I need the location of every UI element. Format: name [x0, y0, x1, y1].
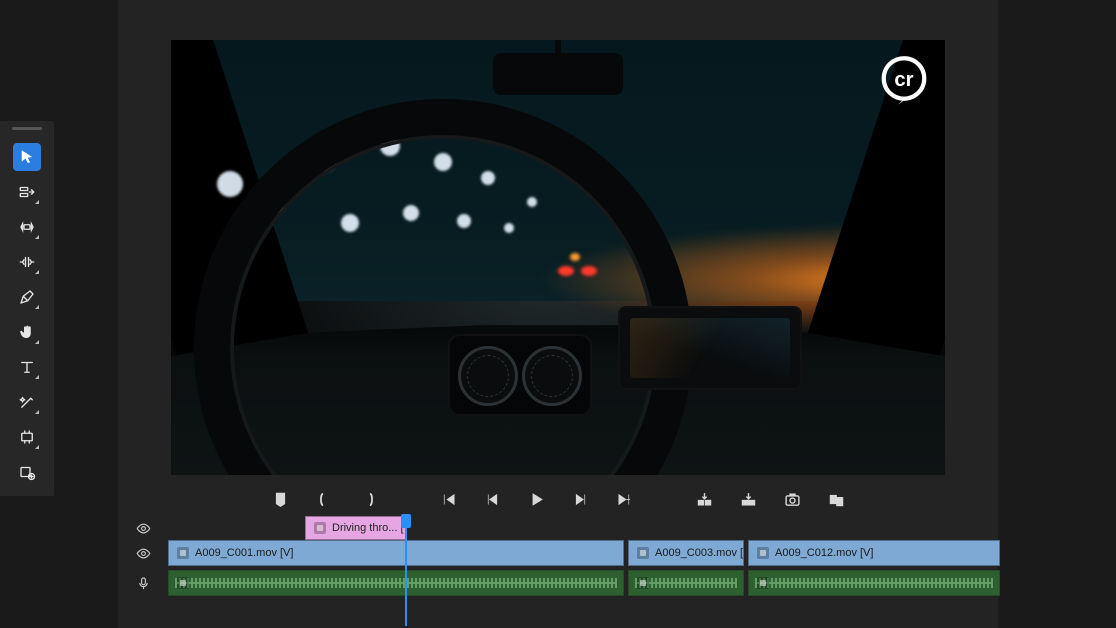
video-clip[interactable]: A009_C003.mov [V] — [628, 540, 744, 566]
insert-button[interactable] — [693, 488, 715, 510]
mark-in-button[interactable] — [313, 488, 335, 510]
type-tool[interactable] — [13, 353, 41, 381]
export-frame-button[interactable] — [781, 488, 803, 510]
microphone-icon — [136, 576, 151, 591]
go-to-out-button[interactable] — [613, 488, 635, 510]
clip-label: A009_C012.mov [V] — [775, 547, 873, 559]
comparison-view-button[interactable] — [825, 488, 847, 510]
clip-thumb-icon — [637, 577, 649, 589]
title-track[interactable]: Driving thro... [V] — [168, 516, 998, 540]
video-clip[interactable]: A009_C012.mov [V] — [748, 540, 1000, 566]
selection-tool[interactable] — [13, 143, 41, 171]
mark-out-button[interactable] — [357, 488, 379, 510]
clip-thumb-icon — [314, 522, 326, 534]
audio-clip[interactable] — [628, 570, 744, 596]
video-clip[interactable]: A009_C001.mov [V] — [168, 540, 624, 566]
overwrite-button[interactable] — [737, 488, 759, 510]
clip-thumb-icon — [637, 547, 649, 559]
clip-thumb-icon — [177, 577, 189, 589]
audio-clip[interactable] — [168, 570, 624, 596]
watermark-logo: cr — [877, 54, 931, 108]
add-marker-button[interactable] — [269, 488, 291, 510]
video-track[interactable]: A009_C001.mov [V] A009_C003.mov [V] A009_C… — [168, 540, 998, 566]
ripple-edit-tool[interactable] — [13, 213, 41, 241]
program-monitor[interactable]: cr — [171, 40, 945, 475]
clip-thumb-icon — [177, 547, 189, 559]
clip-label: Driving thro... [V] — [332, 522, 407, 534]
clip-label: A009_C001.mov [V] — [195, 547, 293, 559]
slip-tool[interactable] — [13, 423, 41, 451]
add-edit-tool[interactable] — [13, 458, 41, 486]
pen-tool[interactable] — [13, 283, 41, 311]
rate-stretch-tool[interactable] — [13, 248, 41, 276]
svg-text:cr: cr — [894, 69, 913, 91]
eye-icon — [136, 521, 151, 536]
play-button[interactable] — [525, 488, 547, 510]
clip-thumb-icon — [757, 577, 769, 589]
clip-thumb-icon — [757, 547, 769, 559]
audio-track-row — [118, 570, 998, 596]
track-select-tool[interactable] — [13, 178, 41, 206]
audio-clip[interactable] — [748, 570, 1000, 596]
go-to-in-button[interactable] — [437, 488, 459, 510]
toolbar-grip[interactable] — [12, 127, 42, 130]
track-voiceover-toggle[interactable] — [118, 576, 168, 591]
video-editor-app: cr Driving thro... [V] — [0, 0, 1116, 628]
step-back-button[interactable] — [481, 488, 503, 510]
hand-tool[interactable] — [13, 318, 41, 346]
tools-toolbar — [0, 121, 54, 496]
remix-tool[interactable] — [13, 388, 41, 416]
audio-track[interactable] — [168, 570, 998, 596]
title-track-row: Driving thro... [V] — [118, 516, 998, 540]
timeline[interactable]: Driving thro... [V] A009_C001.mov [V]A00… — [118, 516, 998, 596]
step-forward-button[interactable] — [569, 488, 591, 510]
video-track-row: A009_C001.mov [V] A009_C003.mov [V] A009_C… — [118, 540, 998, 566]
transport-controls — [171, 485, 945, 513]
title-clip[interactable]: Driving thro... [V] — [305, 516, 407, 540]
track-visibility-toggle[interactable] — [118, 521, 168, 536]
track-visibility-toggle[interactable] — [118, 546, 168, 561]
clip-label: A009_C003.mov [V] — [655, 547, 744, 559]
eye-icon — [136, 546, 151, 561]
